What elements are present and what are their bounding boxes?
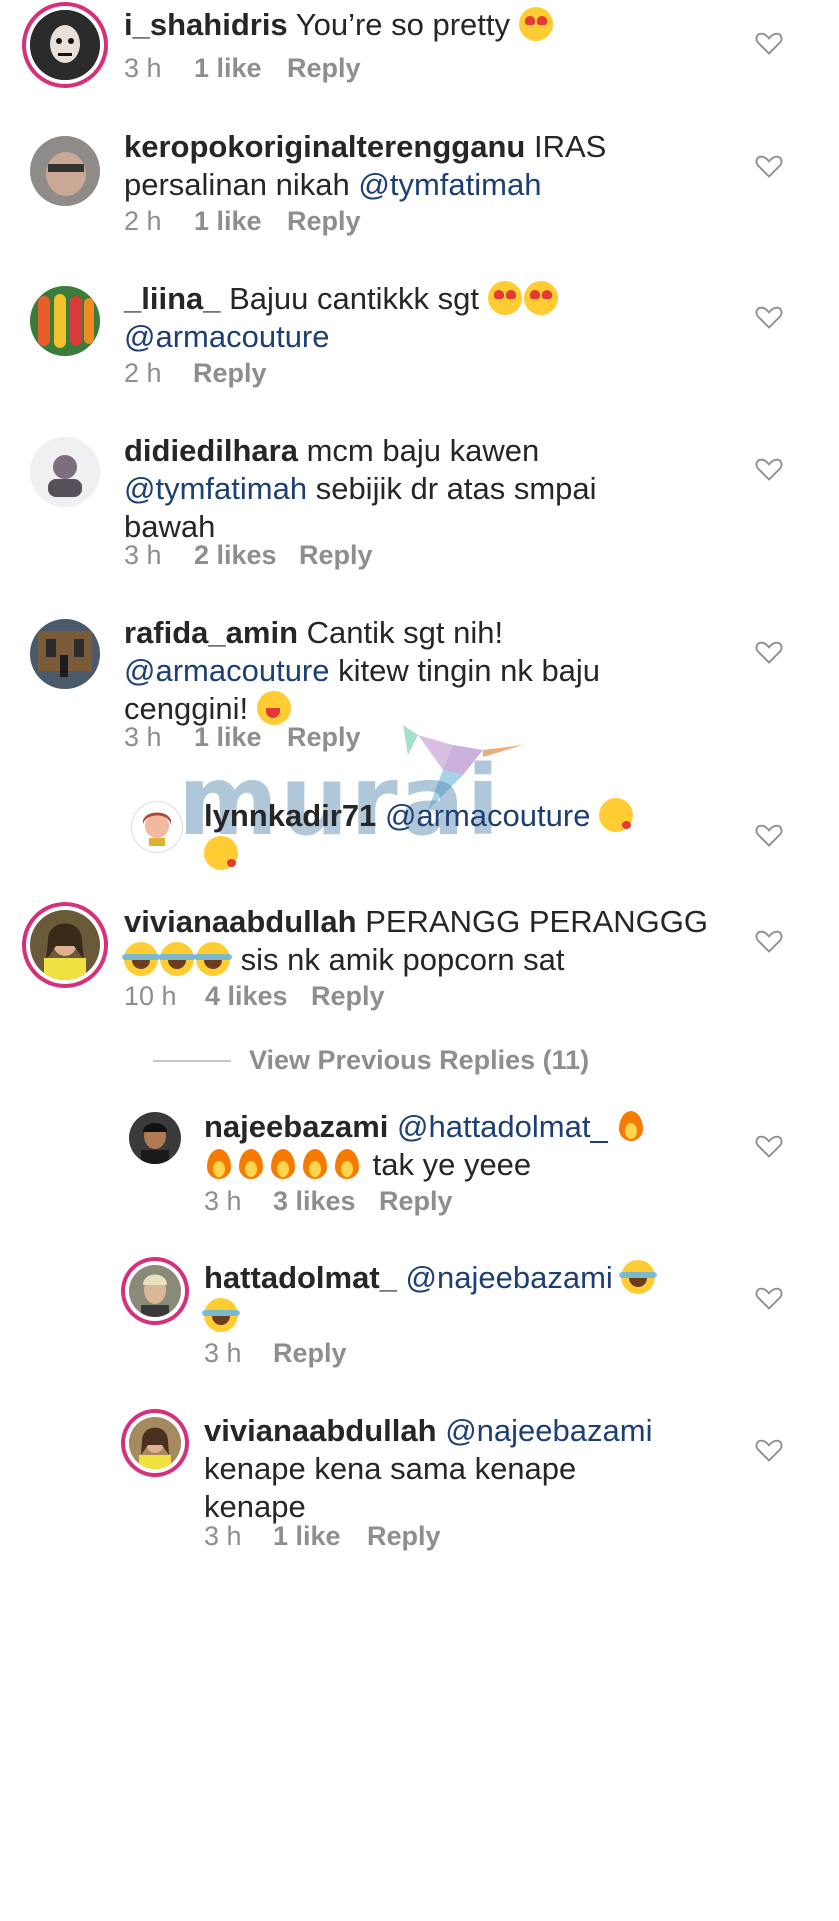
rofl-emoji-icon — [122, 942, 160, 976]
comment-username[interactable]: rafida_amin — [124, 615, 298, 650]
comment-time: 2 h — [124, 206, 162, 236]
tears-of-joy-emoji-icon — [619, 1260, 658, 1294]
comment-text: Cantik sgt nih! — [306, 615, 504, 650]
avatar[interactable] — [129, 1417, 181, 1469]
comment-time: 2 h — [124, 358, 162, 388]
avatar[interactable] — [30, 286, 100, 356]
mention-link[interactable]: @armacouture — [385, 798, 591, 833]
fire-emoji-icon — [616, 1109, 646, 1143]
view-previous-replies-label: View Previous Replies (11) — [249, 1045, 590, 1075]
comment-text: persalinan nikah — [124, 167, 350, 202]
comment-time: 3 h — [204, 1338, 242, 1368]
heart-eyes-emoji-icon — [523, 281, 558, 315]
comment-text: kenape — [204, 1489, 306, 1524]
comment-username[interactable]: keropokoriginalterengganu — [124, 129, 525, 164]
comment-text: tak ye yeee — [372, 1147, 532, 1182]
mention-link[interactable]: @tymfatimah — [358, 167, 541, 202]
like-heart-icon[interactable] — [755, 639, 783, 665]
comment-time: 3 h — [204, 1186, 242, 1216]
comment-time: 3 h — [124, 53, 162, 83]
fire-emoji-icon — [204, 1147, 234, 1181]
fire-emoji-icon — [300, 1147, 330, 1181]
divider-line — [153, 1059, 231, 1062]
comment-likes[interactable]: 1 like — [194, 53, 287, 84]
reply-button[interactable]: Reply — [193, 358, 267, 389]
rofl-emoji-icon — [194, 942, 232, 976]
mention-link[interactable]: @armacouture — [124, 653, 330, 688]
reply-button[interactable]: Reply — [379, 1186, 453, 1217]
avatar[interactable] — [30, 437, 100, 507]
like-heart-icon[interactable] — [755, 1133, 783, 1159]
wink-tongue-emoji-icon — [256, 691, 291, 725]
comment-likes[interactable]: 3 likes — [273, 1186, 379, 1217]
heart-eyes-emoji-icon — [518, 7, 553, 41]
reply-button[interactable]: Reply — [273, 1338, 347, 1369]
comment-text: PERANGG PERANGGG — [365, 904, 708, 939]
reply-button[interactable]: Reply — [311, 981, 385, 1012]
reply-button[interactable]: Reply — [287, 722, 361, 753]
like-heart-icon[interactable] — [755, 304, 783, 330]
like-heart-icon[interactable] — [755, 30, 783, 56]
reply-button[interactable]: Reply — [287, 206, 361, 237]
comment-text: kitew tingin nk baju — [338, 653, 601, 688]
comment-text: mcm baju kawen — [306, 433, 540, 468]
comment-username[interactable]: i_shahidris — [124, 7, 288, 42]
comment-time: 3 h — [204, 1521, 242, 1551]
comment-username[interactable]: vivianaabdullah — [204, 1413, 437, 1448]
like-heart-icon[interactable] — [755, 822, 783, 848]
comment-username[interactable]: lynnkadir71 — [204, 798, 376, 833]
avatar[interactable] — [131, 801, 183, 853]
comment-username[interactable]: didiedilhara — [124, 433, 298, 468]
comment-likes[interactable]: 4 likes — [205, 981, 311, 1012]
like-heart-icon[interactable] — [755, 1437, 783, 1463]
comment-likes[interactable]: 1 like — [273, 1521, 367, 1552]
comment-username[interactable]: najeebazami — [204, 1109, 388, 1144]
like-heart-icon[interactable] — [755, 153, 783, 179]
fire-emoji-icon — [236, 1147, 266, 1181]
mention-link[interactable]: @najeebazami — [406, 1260, 613, 1295]
comment-text: cenggini! — [124, 691, 249, 726]
avatar[interactable] — [129, 1265, 181, 1317]
avatar[interactable] — [30, 136, 100, 206]
view-previous-replies-button[interactable]: View Previous Replies (11) — [153, 1045, 589, 1076]
avatar[interactable] — [129, 1112, 181, 1164]
comment-text: IRAS — [533, 129, 607, 164]
comment-text: sebijik dr atas smpai — [315, 471, 597, 506]
tears-of-joy-emoji-icon — [202, 1298, 240, 1332]
comment-text: bawah — [124, 509, 216, 544]
comment-text: You’re so pretty — [295, 7, 511, 42]
reply-button[interactable]: Reply — [367, 1521, 441, 1552]
avatar[interactable] — [30, 10, 100, 80]
comment-likes[interactable]: 2 likes — [194, 540, 299, 571]
mention-link[interactable]: @armacouture — [124, 319, 330, 354]
mention-link[interactable]: @hattadolmat_ — [397, 1109, 608, 1144]
comment-likes[interactable]: 1 like — [194, 206, 287, 237]
like-heart-icon[interactable] — [755, 928, 783, 954]
like-heart-icon[interactable] — [755, 456, 783, 482]
fire-emoji-icon — [268, 1147, 298, 1181]
mention-link[interactable]: @najeebazami — [445, 1413, 652, 1448]
comment-time: 3 h — [124, 722, 162, 752]
comment-username[interactable]: _liina_ — [124, 281, 221, 316]
fire-emoji-icon — [332, 1147, 362, 1181]
like-heart-icon[interactable] — [755, 1285, 783, 1311]
reply-button[interactable]: Reply — [287, 53, 361, 84]
rofl-emoji-icon — [158, 942, 196, 976]
comment-text: Bajuu cantikkk sgt — [229, 281, 479, 316]
kiss-emoji-icon — [599, 798, 634, 832]
comment-text: sis nk amik popcorn sat — [240, 942, 565, 977]
heart-eyes-emoji-icon — [487, 281, 522, 315]
comment-username[interactable]: hattadolmat_ — [204, 1260, 397, 1295]
comment-time: 3 h — [124, 540, 162, 570]
comment-text: kenape kena sama kenape — [204, 1451, 577, 1486]
comment-username[interactable]: vivianaabdullah — [124, 904, 357, 939]
comment-likes[interactable]: 1 like — [194, 722, 287, 753]
mention-link[interactable]: @tymfatimah — [124, 471, 307, 506]
kiss-emoji-icon — [204, 836, 238, 870]
avatar[interactable] — [30, 910, 100, 980]
avatar[interactable] — [30, 619, 100, 689]
reply-button[interactable]: Reply — [299, 540, 373, 571]
comment-time: 10 h — [124, 981, 177, 1011]
